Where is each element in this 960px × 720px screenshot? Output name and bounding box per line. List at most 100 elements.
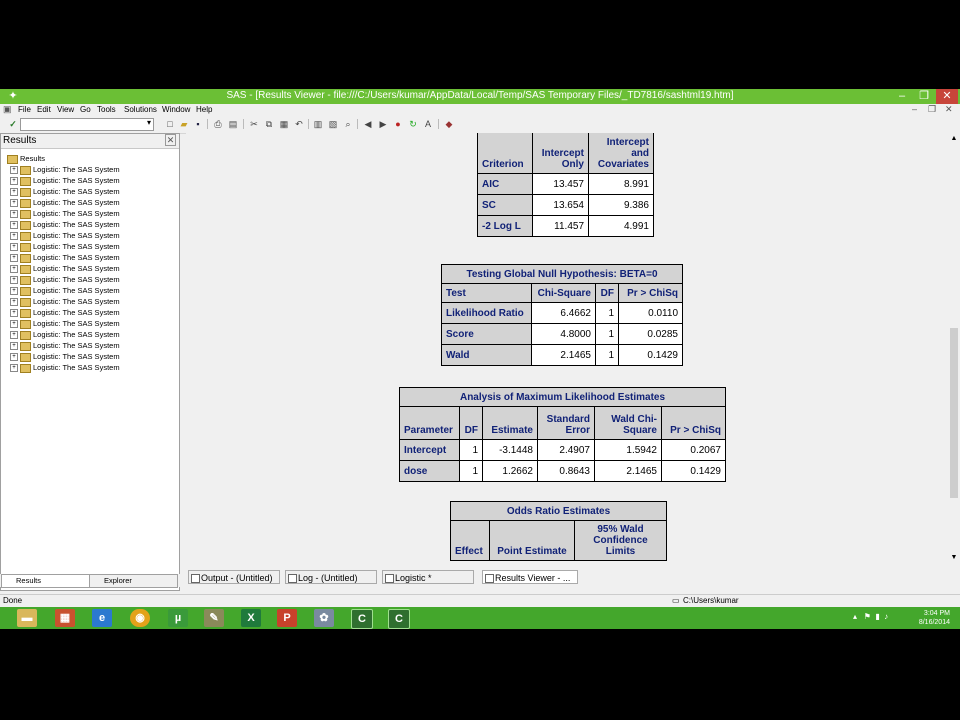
expand-icon[interactable]: + bbox=[10, 331, 18, 340]
expand-icon[interactable]: + bbox=[10, 342, 18, 351]
tree-item[interactable]: + Logistic: The SAS System bbox=[10, 220, 120, 230]
vertical-scrollbar[interactable]: ▲ ▼ bbox=[948, 133, 960, 563]
current-folder-path[interactable]: C:\Users\kumar bbox=[683, 596, 739, 605]
tree-item[interactable]: + Logistic: The SAS System bbox=[10, 319, 120, 329]
tree-item[interactable]: + Logistic: The SAS System bbox=[10, 231, 120, 241]
open-icon[interactable]: ▰ bbox=[179, 119, 189, 129]
sas-explorer-icon[interactable]: ▧ bbox=[328, 119, 338, 129]
expand-icon[interactable]: + bbox=[10, 199, 18, 208]
tree-item[interactable]: + Logistic: The SAS System bbox=[10, 308, 120, 318]
doc-minimize-icon[interactable]: – bbox=[912, 104, 917, 114]
stop-icon[interactable]: ● bbox=[393, 119, 403, 129]
submit-check-icon[interactable]: ✓ bbox=[8, 119, 18, 129]
tree-item[interactable]: + Logistic: The SAS System bbox=[10, 242, 120, 252]
menu-window[interactable]: Window bbox=[162, 105, 190, 114]
expand-icon[interactable]: + bbox=[10, 265, 18, 274]
menu-edit[interactable]: Edit bbox=[37, 105, 51, 114]
refresh-icon[interactable]: ↻ bbox=[408, 119, 418, 129]
menu-solutions[interactable]: Solutions bbox=[124, 105, 157, 114]
copy-icon[interactable]: ⧉ bbox=[264, 119, 274, 129]
tree-item[interactable]: + Logistic: The SAS System bbox=[10, 187, 120, 197]
expand-icon[interactable]: + bbox=[10, 166, 18, 175]
scroll-down-icon[interactable]: ▼ bbox=[948, 554, 960, 561]
paint-icon[interactable]: ✿ bbox=[314, 609, 334, 627]
font-icon[interactable]: A bbox=[423, 119, 433, 129]
tools-icon[interactable]: ✎ bbox=[204, 609, 224, 627]
expand-icon[interactable]: + bbox=[10, 221, 18, 230]
new-library-icon[interactable]: ▥ bbox=[313, 119, 323, 129]
menu-file[interactable]: File bbox=[18, 105, 31, 114]
tree-item[interactable]: + Logistic: The SAS System bbox=[10, 297, 120, 307]
document-icon[interactable]: ▣ bbox=[3, 104, 12, 115]
tree-item[interactable]: + Logistic: The SAS System bbox=[10, 352, 120, 362]
menu-help[interactable]: Help bbox=[196, 105, 212, 114]
chrome-icon[interactable]: ◉ bbox=[130, 609, 150, 627]
tab-results-viewer[interactable]: Results Viewer - ... bbox=[482, 570, 578, 584]
new-icon[interactable]: □ bbox=[165, 119, 175, 129]
find-icon[interactable]: ⌕ bbox=[343, 119, 353, 129]
network-icon[interactable]: ▮ bbox=[875, 612, 879, 621]
command-box[interactable]: ▾ bbox=[20, 118, 154, 131]
camtasia-icon[interactable]: C bbox=[351, 609, 373, 629]
expand-icon[interactable]: + bbox=[10, 210, 18, 219]
tree-item[interactable]: + Logistic: The SAS System bbox=[10, 275, 120, 285]
tab-logistic[interactable]: Logistic * bbox=[382, 570, 474, 584]
tree-item[interactable]: + Logistic: The SAS System bbox=[10, 253, 120, 263]
tree-item[interactable]: + Logistic: The SAS System bbox=[10, 286, 120, 296]
tree-item[interactable]: + Logistic: The SAS System bbox=[10, 165, 120, 175]
tree-item[interactable]: + Logistic: The SAS System bbox=[10, 209, 120, 219]
tree-item[interactable]: + Logistic: The SAS System bbox=[10, 198, 120, 208]
tab-results[interactable]: Results bbox=[1, 574, 90, 588]
menu-view[interactable]: View bbox=[57, 105, 74, 114]
expand-icon[interactable]: + bbox=[10, 188, 18, 197]
tray-clock[interactable]: 3:04 PM 8/16/2014 bbox=[919, 609, 950, 627]
volume-icon[interactable]: ♪ bbox=[884, 612, 888, 621]
forward-icon[interactable]: ▶ bbox=[378, 119, 388, 129]
close-pane-icon[interactable]: ✕ bbox=[165, 134, 176, 146]
help-book-icon[interactable]: ◆ bbox=[444, 119, 454, 129]
doc-restore-icon[interactable]: ❐ bbox=[928, 104, 936, 115]
close-icon[interactable]: ✕ bbox=[936, 89, 958, 104]
expand-icon[interactable]: + bbox=[10, 276, 18, 285]
paste-icon[interactable]: ▦ bbox=[279, 119, 289, 129]
expand-icon[interactable]: + bbox=[10, 287, 18, 296]
tree-item[interactable]: + Logistic: The SAS System bbox=[10, 363, 120, 373]
undo-icon[interactable]: ↶ bbox=[294, 119, 304, 129]
tab-log[interactable]: Log - (Untitled) bbox=[285, 570, 377, 584]
expand-icon[interactable]: + bbox=[10, 298, 18, 307]
camtasia-recorder-icon[interactable]: C bbox=[388, 609, 410, 629]
powerpoint-icon[interactable]: P bbox=[277, 609, 297, 627]
tree-item[interactable]: + Logistic: The SAS System bbox=[10, 341, 120, 351]
office-icon[interactable]: ▦ bbox=[55, 609, 75, 627]
restore-icon[interactable]: ❐ bbox=[913, 89, 935, 104]
print-icon[interactable]: ⎙ bbox=[213, 119, 223, 129]
expand-icon[interactable]: + bbox=[10, 243, 18, 252]
expand-icon[interactable]: + bbox=[10, 353, 18, 362]
menu-tools[interactable]: Tools bbox=[97, 105, 116, 114]
tab-output[interactable]: Output - (Untitled) bbox=[188, 570, 280, 584]
expand-icon[interactable]: + bbox=[10, 254, 18, 263]
utorrent-icon[interactable]: µ bbox=[168, 609, 188, 627]
show-hidden-icons-icon[interactable]: ▴ bbox=[853, 612, 857, 621]
tree-item[interactable]: + Logistic: The SAS System bbox=[10, 330, 120, 340]
chevron-down-icon[interactable]: ▾ bbox=[147, 118, 151, 127]
flag-icon[interactable]: ⚑ bbox=[864, 612, 871, 621]
expand-icon[interactable]: + bbox=[10, 177, 18, 186]
tree-item[interactable]: + Logistic: The SAS System bbox=[10, 176, 120, 186]
excel-icon[interactable]: X bbox=[241, 609, 261, 627]
save-icon[interactable]: ▪ bbox=[193, 119, 203, 129]
back-icon[interactable]: ◀ bbox=[363, 119, 373, 129]
file-explorer-icon[interactable]: ▬ bbox=[17, 609, 37, 627]
tab-explorer[interactable]: Explorer bbox=[89, 574, 178, 588]
doc-close-icon[interactable]: ✕ bbox=[945, 104, 953, 115]
expand-icon[interactable]: + bbox=[10, 320, 18, 329]
scrollbar-thumb[interactable] bbox=[950, 328, 958, 498]
internet-explorer-icon[interactable]: e bbox=[92, 609, 112, 627]
cut-icon[interactable]: ✂ bbox=[249, 119, 259, 129]
expand-icon[interactable]: + bbox=[10, 364, 18, 373]
minimize-icon[interactable]: – bbox=[891, 89, 913, 104]
print-preview-icon[interactable]: ▤ bbox=[228, 119, 238, 129]
expand-icon[interactable]: + bbox=[10, 309, 18, 318]
tree-root[interactable]: Results bbox=[7, 154, 45, 164]
tree-item[interactable]: + Logistic: The SAS System bbox=[10, 264, 120, 274]
